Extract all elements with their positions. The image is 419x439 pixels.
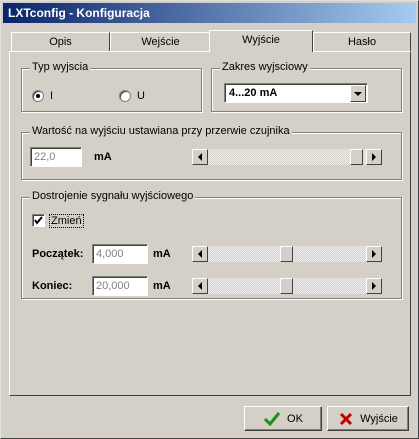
checkmark-icon (34, 216, 43, 225)
config-window: LXTconfig - Konfiguracja Opis Wejście Wy… (0, 0, 419, 439)
exit-button-label: Wyjście (360, 412, 398, 425)
end-slider[interactable] (192, 278, 382, 294)
tab-opis[interactable]: Opis (11, 32, 110, 51)
start-unit: mA (153, 248, 171, 260)
dropdown-button[interactable] (350, 85, 366, 102)
radio-voltage-label: U (137, 90, 145, 102)
slider-thumb[interactable] (280, 246, 293, 262)
output-range-value: 4...20 mA (229, 87, 278, 99)
checkmark-icon (263, 411, 281, 426)
tuning-group: Dostrojenie sygnału wyjściowego Zmień Po… (21, 190, 402, 299)
tab-haslo[interactable]: Hasło (313, 32, 411, 51)
output-range-select[interactable]: 4...20 mA (224, 83, 368, 103)
output-type-group: Typ wyjscia I U (21, 61, 202, 112)
ok-button-label: OK (287, 412, 303, 425)
arrow-right-icon (372, 153, 376, 161)
radio-current[interactable]: I (32, 90, 53, 102)
sensor-break-unit: mA (94, 151, 112, 163)
tuning-title: Dostrojenie sygnału wyjściowego (30, 190, 196, 202)
change-checkbox[interactable] (32, 214, 45, 227)
title-bar: LXTconfig - Konfiguracja (3, 3, 416, 23)
arrow-left-icon (198, 153, 202, 161)
output-range-group: Zakres wyjsciowy 4...20 mA (211, 61, 402, 112)
start-slider[interactable] (192, 246, 382, 262)
sensor-break-input[interactable]: 22,0 (30, 147, 82, 167)
tab-strip: Opis Wejście Wyjście Hasło (9, 30, 411, 52)
arrow-right-icon (372, 250, 376, 258)
start-label: Początek: (32, 248, 84, 260)
scroll-right-button[interactable] (366, 278, 382, 294)
radio-voltage-circle (119, 90, 131, 102)
radio-selected-dot (36, 94, 40, 98)
tab-panel-wyjscie: Typ wyjscia I U Zakres wyjsciowy 4...20 … (9, 51, 411, 396)
end-unit: mA (153, 280, 171, 292)
arrow-left-icon (198, 250, 202, 258)
scroll-left-button[interactable] (192, 246, 208, 262)
output-type-title: Typ wyjscia (30, 61, 91, 73)
tab-wejscie[interactable]: Wejście (110, 32, 211, 51)
tab-wyjscie[interactable]: Wyjście (209, 30, 313, 52)
change-checkbox-label[interactable]: Zmień (49, 214, 84, 228)
exit-button[interactable]: Wyjście (327, 406, 409, 431)
sensor-break-slider[interactable] (192, 149, 382, 165)
end-label: Koniec: (32, 280, 73, 292)
close-icon (340, 412, 353, 425)
scroll-left-button[interactable] (192, 149, 208, 165)
ok-button[interactable]: OK (244, 406, 322, 431)
radio-current-label: I (50, 90, 54, 102)
radio-current-circle (32, 90, 44, 102)
start-input[interactable]: 4,000 (92, 244, 148, 264)
arrow-left-icon (198, 282, 202, 290)
output-range-title: Zakres wyjsciowy (220, 61, 310, 73)
sensor-break-group: Wartość na wyjściu ustawiana przy przerw… (21, 125, 402, 180)
slider-thumb[interactable] (350, 149, 363, 165)
chevron-down-icon (354, 91, 362, 96)
radio-voltage[interactable]: U (119, 90, 145, 102)
scroll-right-button[interactable] (366, 246, 382, 262)
arrow-right-icon (372, 282, 376, 290)
sensor-break-title: Wartość na wyjściu ustawiana przy przerw… (30, 125, 292, 137)
slider-thumb[interactable] (280, 278, 293, 294)
end-input[interactable]: 20,000 (92, 276, 148, 296)
scroll-right-button[interactable] (366, 149, 382, 165)
scroll-left-button[interactable] (192, 278, 208, 294)
